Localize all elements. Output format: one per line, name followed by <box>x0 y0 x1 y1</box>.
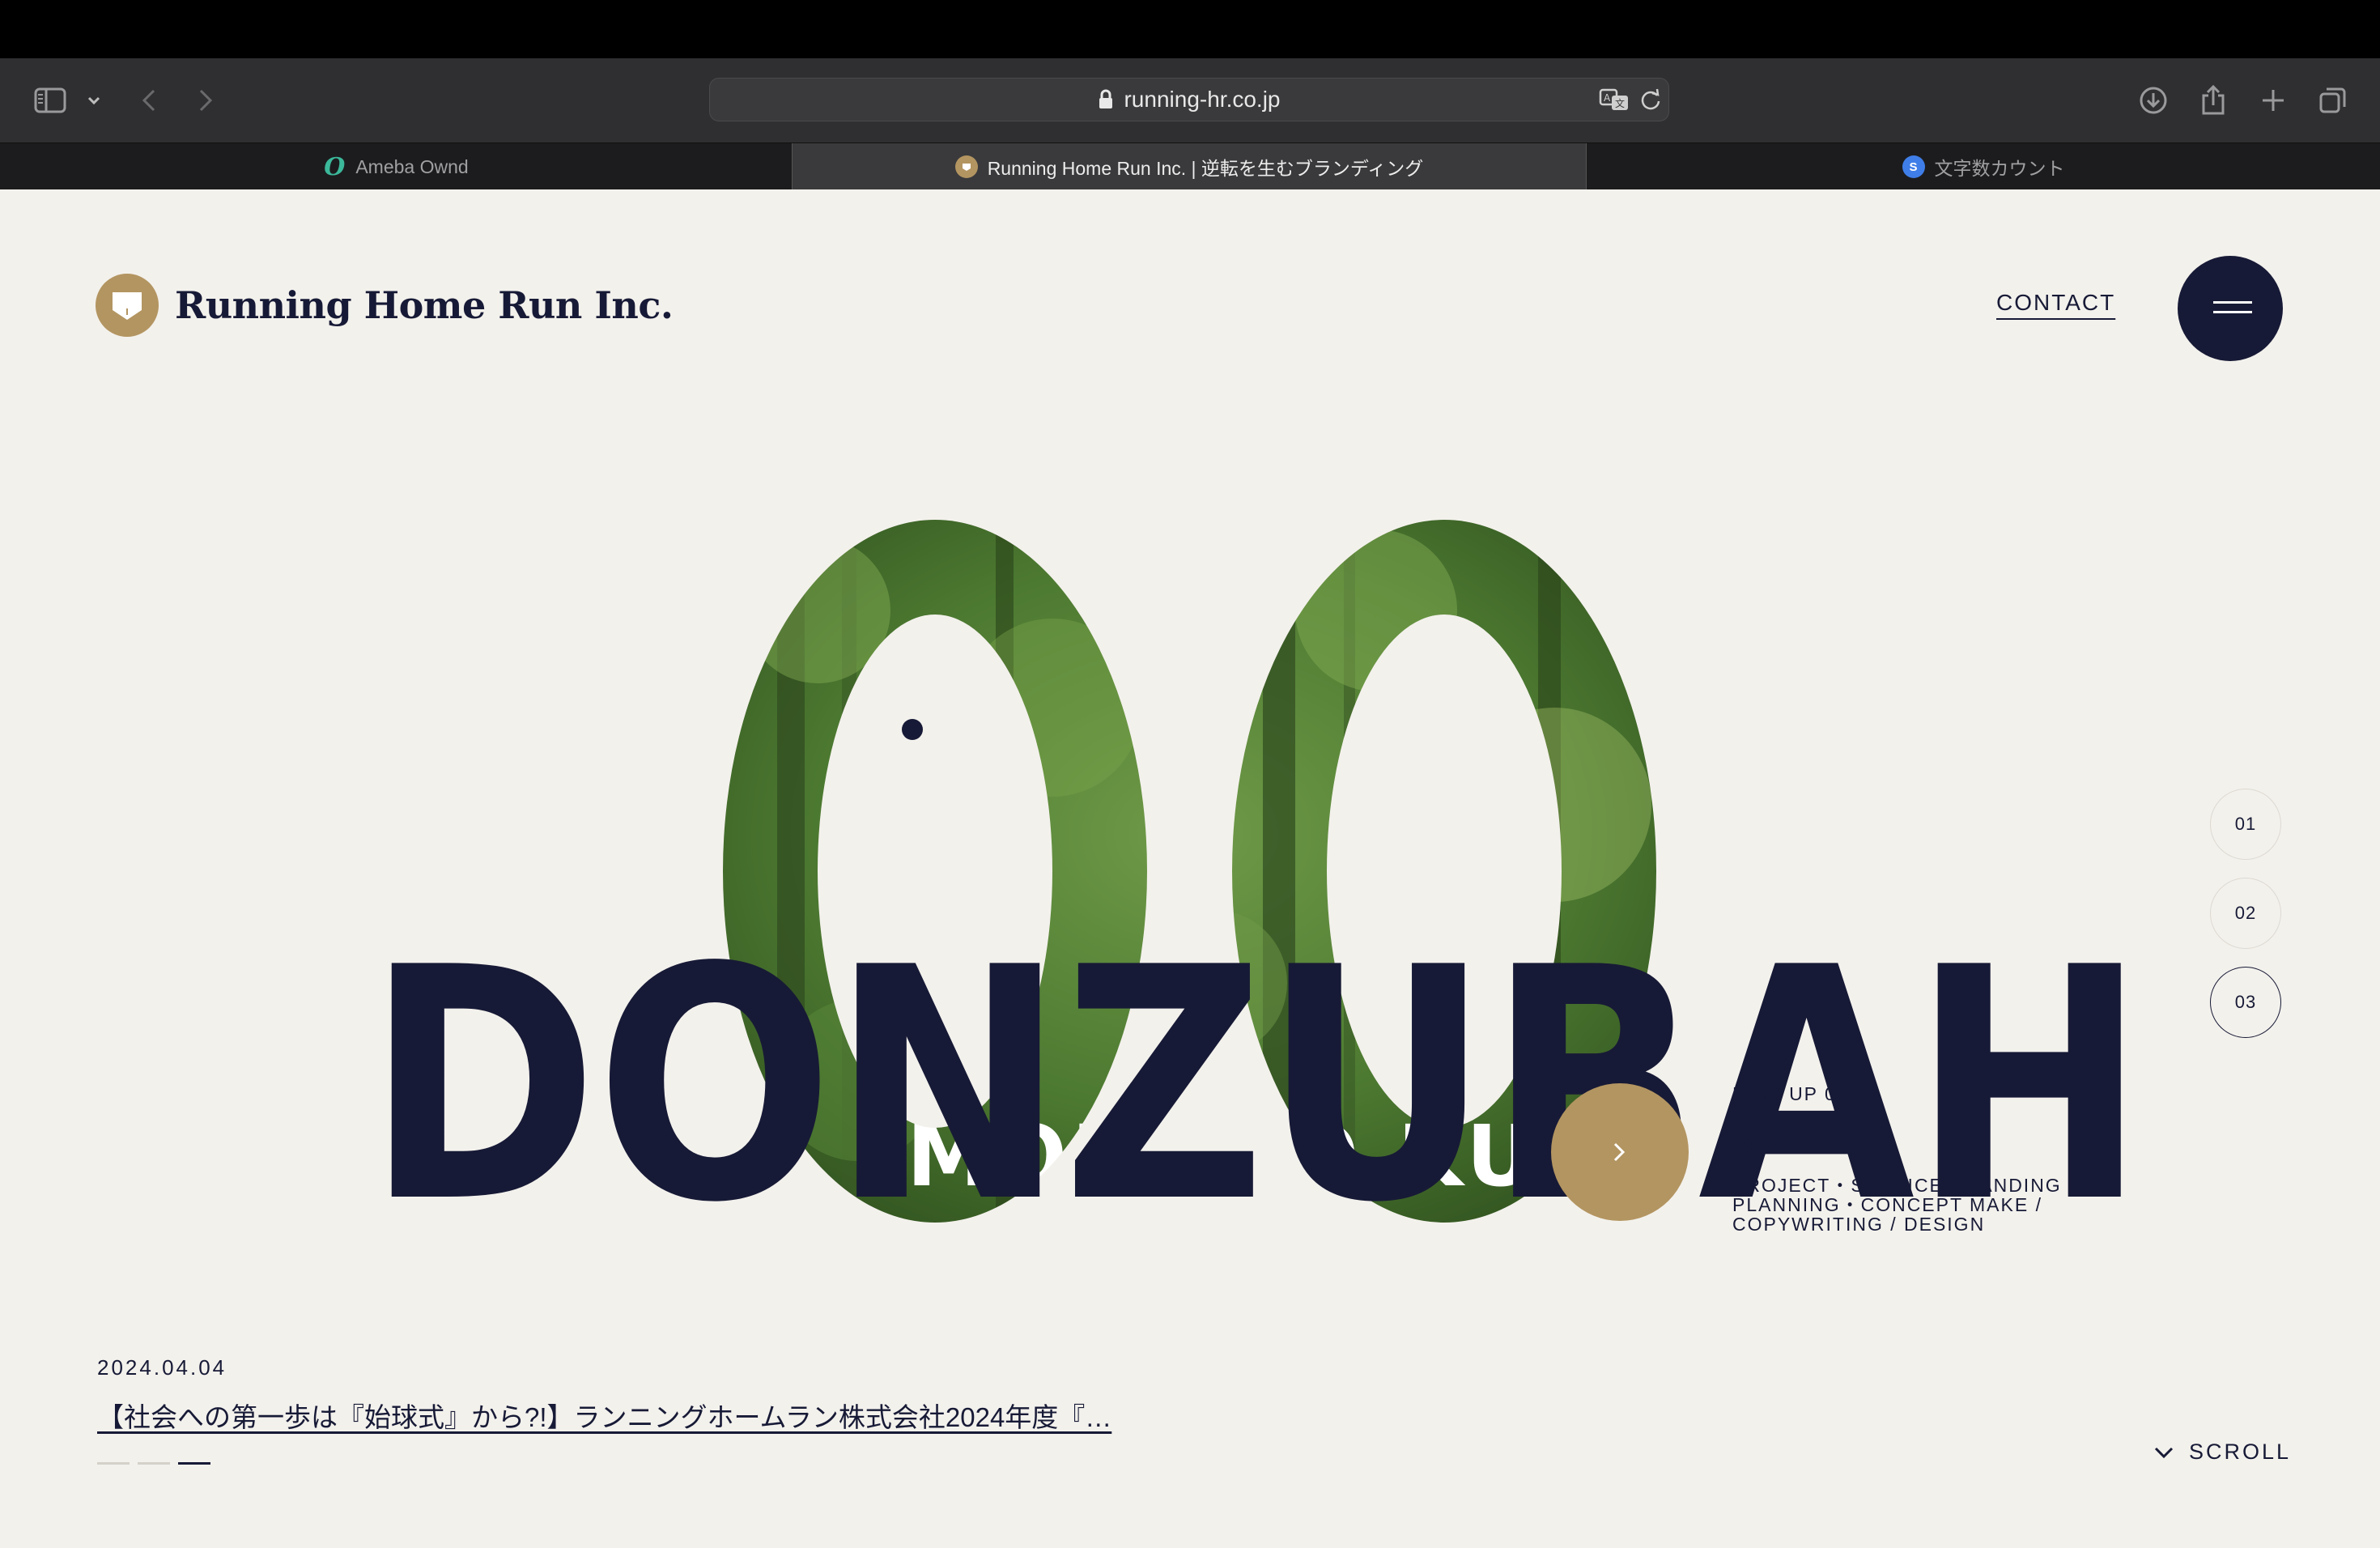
slide-pager-03[interactable]: 03 <box>2210 967 2281 1038</box>
pickup-arrow-button[interactable] <box>1551 1083 1689 1221</box>
slide-pager-01[interactable]: 01 <box>2210 789 2281 860</box>
cursor-dot <box>902 719 923 740</box>
chevron-down-icon <box>2154 1447 2174 1458</box>
chevron-down-icon[interactable] <box>84 81 104 120</box>
tab-overview-icon[interactable] <box>2317 81 2349 120</box>
page-viewport: Running Home Run Inc. CONTACT MORI NO KU… <box>0 189 2380 1548</box>
sidebar-toggle-icon[interactable] <box>32 81 68 120</box>
tab-title: Running Home Run Inc. | 逆転を生むブランディング <box>987 158 1424 179</box>
tab-character-count[interactable]: S 文字数カウント <box>1587 143 2380 190</box>
url-text: running-hr.co.jp <box>1124 87 1281 112</box>
tab-title: 文字数カウント <box>1934 158 2065 179</box>
back-arrow-icon[interactable] <box>136 81 162 120</box>
news-link[interactable]: 【社会への第一歩は『始球式』から?!】ランニングホームラン株式会社2024年度『… <box>97 1396 1111 1435</box>
tab-ameba-ownd[interactable]: O Ameba Ownd <box>0 143 792 190</box>
share-icon[interactable] <box>2197 81 2229 120</box>
news-slide-indicator <box>97 1462 210 1465</box>
scroll-indicator[interactable]: SCROLL <box>2153 1440 2291 1465</box>
forward-arrow-icon[interactable] <box>193 81 219 120</box>
ameba-icon: O <box>324 152 346 181</box>
hero-graphic: MORI NO KUNI DONZUBAH <box>366 513 2147 1273</box>
pickup-label: PICK UP 03 <box>1732 1083 1849 1104</box>
svg-text:文: 文 <box>1615 97 1625 109</box>
window-titlebar <box>0 0 2380 58</box>
tab-title: Ameba Ownd <box>355 155 469 177</box>
new-tab-plus-icon[interactable] <box>2257 81 2289 120</box>
rhr-favicon <box>954 155 978 178</box>
download-icon[interactable] <box>2137 81 2170 120</box>
news-date: 2024.04.04 <box>97 1355 227 1380</box>
address-bar[interactable]: running-hr.co.jp A文 <box>709 78 1669 121</box>
tab-bar: O Ameba Ownd Running Home Run Inc. | 逆転を… <box>0 142 2380 190</box>
scroll-label: SCROLL <box>2189 1440 2292 1464</box>
tab-running-home-run[interactable]: Running Home Run Inc. | 逆転を生むブランディング <box>792 143 1587 190</box>
pickup-tags: PROJECT・SERVICE BRANDING / PLANNING・CONC… <box>1732 1175 2076 1235</box>
reload-icon[interactable] <box>1639 79 1662 121</box>
lock-icon <box>1099 89 1113 108</box>
svg-text:A: A <box>1604 92 1611 104</box>
news-dot-active[interactable] <box>178 1462 210 1465</box>
translate-icon[interactable]: A文 <box>1599 79 1631 121</box>
chevron-right-icon <box>1613 1142 1626 1162</box>
pickup-title[interactable]: 森の国 <box>1732 1112 1830 1159</box>
news-dot[interactable] <box>97 1462 130 1465</box>
sc-icon: S <box>1902 155 1925 178</box>
slide-pager-02[interactable]: 02 <box>2210 878 2281 949</box>
news-dot[interactable] <box>138 1462 170 1465</box>
